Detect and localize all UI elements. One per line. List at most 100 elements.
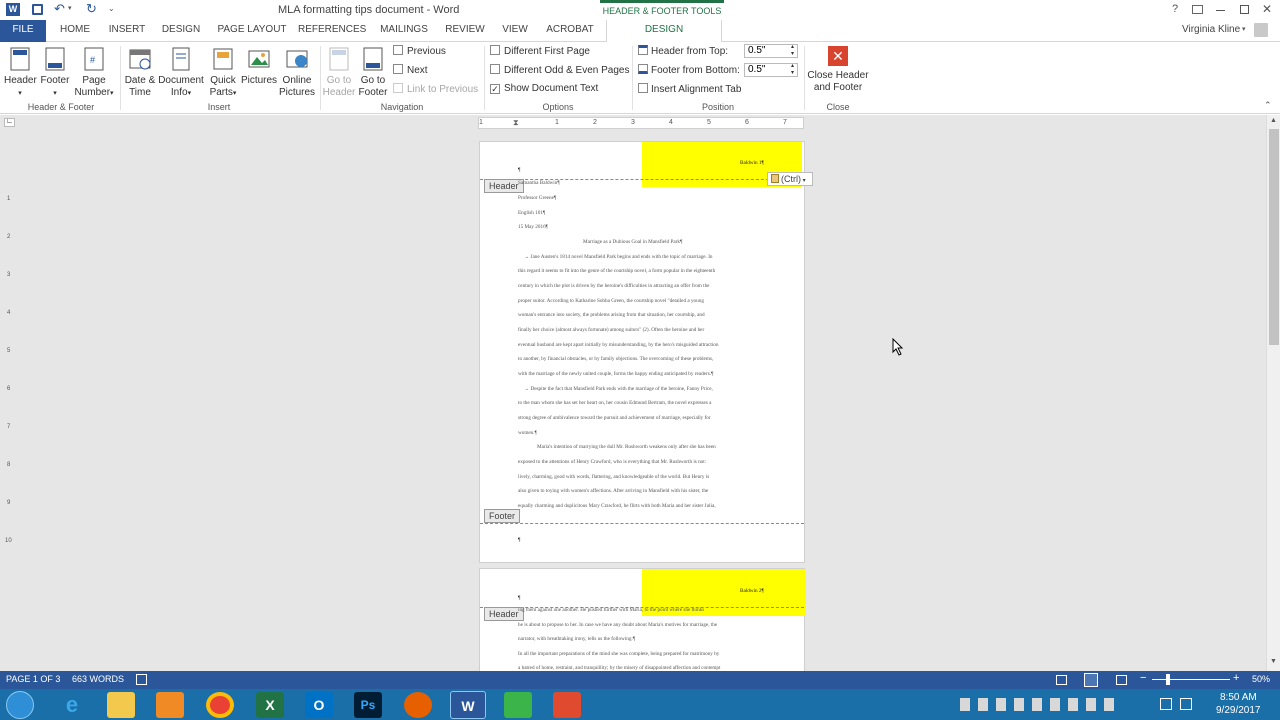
- body-line[interactable]: finally her choice (almost always fortun…: [518, 327, 704, 333]
- body-line[interactable]: eventual husband are kept apart initiall…: [518, 342, 718, 348]
- close-header-footer-button[interactable]: ✕ Close Header and Footer: [806, 46, 870, 94]
- undo-icon[interactable]: ↶: [54, 1, 65, 17]
- redo-icon[interactable]: ↻: [86, 1, 97, 17]
- body-line[interactable]: Samantha Baldwin¶: [518, 180, 560, 186]
- spinner-arrows-icon[interactable]: ▴ ▾: [791, 63, 794, 77]
- avatar[interactable]: [1254, 23, 1268, 37]
- quick-parts-button[interactable]: Quick Parts▾: [206, 46, 240, 100]
- body-line[interactable]: century in which the plot is driven by t…: [518, 283, 709, 289]
- internet-explorer-icon[interactable]: e: [58, 692, 86, 718]
- tab-mailings[interactable]: MAILINGS: [374, 20, 434, 42]
- photoshop-icon[interactable]: Ps: [354, 692, 382, 718]
- next-button[interactable]: Next: [393, 64, 428, 76]
- undo-dropdown-icon[interactable]: ▾: [68, 4, 72, 12]
- tab-references[interactable]: REFERENCES: [298, 20, 366, 42]
- link-to-previous-button[interactable]: Link to Previous: [393, 83, 478, 95]
- zoom-out-icon[interactable]: −: [1140, 672, 1146, 684]
- tab-header-footer-design[interactable]: DESIGN: [606, 20, 722, 43]
- body-line[interactable]: narrator, with breathtaking irony, tells…: [518, 636, 635, 642]
- body-line[interactable]: this regard it seems to fit into the gen…: [518, 268, 715, 274]
- tab-file[interactable]: FILE: [0, 20, 46, 42]
- firefox-icon[interactable]: [404, 692, 432, 718]
- tab-insert[interactable]: INSERT: [104, 20, 150, 42]
- body-line[interactable]: English 101¶: [518, 210, 545, 216]
- start-button-icon[interactable]: [6, 691, 34, 719]
- save-icon[interactable]: [32, 4, 43, 15]
- document-page-1[interactable]: Baldwin 1¶ ¶ Header (Ctrl) ▾ Samantha Ba…: [479, 141, 813, 563]
- body-line[interactable]: women.¶: [518, 430, 537, 436]
- body-line[interactable]: to the man whom she has set her heart on…: [518, 400, 711, 406]
- customize-qat-icon[interactable]: ⌄: [108, 4, 115, 13]
- zoom-slider[interactable]: [1152, 679, 1230, 680]
- horizontal-ruler[interactable]: 1 1 2 3 4 5 6 7 ⧗: [478, 117, 804, 129]
- ruler-toggle-icon[interactable]: ∟: [4, 118, 15, 127]
- camtasia-icon[interactable]: [504, 692, 532, 718]
- insert-alignment-tab-button[interactable]: Insert Alignment Tab: [638, 83, 741, 95]
- body-line[interactable]: with the marriage of the newly united co…: [518, 371, 713, 377]
- word-app-icon[interactable]: W: [6, 3, 20, 16]
- tab-acrobat[interactable]: ACROBAT: [542, 20, 598, 42]
- scroll-thumb[interactable]: [1269, 129, 1279, 345]
- zoom-in-icon[interactable]: +: [1233, 672, 1239, 684]
- system-tray-icons[interactable]: [960, 698, 1120, 711]
- header-from-top-input[interactable]: 0.5": [744, 44, 798, 58]
- header-button[interactable]: Header ▾: [4, 46, 37, 100]
- read-mode-icon[interactable]: [1056, 675, 1067, 685]
- tab-review[interactable]: REVIEW: [442, 20, 488, 42]
- footer-from-bottom-input[interactable]: 0.5": [744, 63, 798, 77]
- body-line[interactable]: 15 May 2016¶: [518, 224, 548, 230]
- tab-design[interactable]: DESIGN: [158, 20, 204, 42]
- scroll-down-icon[interactable]: ▼: [1270, 658, 1277, 665]
- page-number-button[interactable]: # Page Number▾: [72, 46, 116, 100]
- body-line[interactable]: ing them against one another. He pushed …: [518, 607, 704, 613]
- restore-icon[interactable]: [1240, 5, 1249, 14]
- header-text[interactable]: Baldwin 1¶: [740, 160, 764, 166]
- body-line[interactable]: proper suitor. According to Katharine So…: [518, 298, 704, 304]
- body-line[interactable]: to another, by financial obstacles, or b…: [518, 356, 713, 362]
- essay-title[interactable]: Marriage as a Dubious Goal in Mansfield …: [583, 239, 682, 245]
- zoom-level[interactable]: 50%: [1252, 674, 1270, 684]
- scroll-up-icon[interactable]: ▲: [1270, 117, 1277, 124]
- previous-button[interactable]: Previous: [393, 45, 446, 57]
- body-line[interactable]: also given to toying with women's affect…: [518, 488, 708, 494]
- file-explorer-icon[interactable]: [107, 692, 135, 718]
- help-icon[interactable]: ?: [1172, 3, 1178, 15]
- recorder-icon[interactable]: [553, 692, 581, 718]
- show-document-text-checkbox[interactable]: ✓ Show Document Text: [490, 83, 598, 94]
- outlook-icon[interactable]: O: [305, 692, 333, 718]
- minimize-icon[interactable]: [1216, 10, 1225, 11]
- date-time-button[interactable]: Date & Time: [122, 46, 158, 99]
- footer-button[interactable]: Footer ▾: [38, 46, 72, 100]
- go-to-header-button[interactable]: Go to Header: [322, 46, 356, 99]
- different-odd-even-checkbox[interactable]: Different Odd & Even Pages: [490, 64, 629, 76]
- header-text[interactable]: Baldwin 2¶: [740, 588, 764, 594]
- vertical-ruler[interactable]: 1 2 3 4 5 6 7 8 9 10: [0, 129, 18, 669]
- indent-marker-icon[interactable]: ⧗: [513, 118, 519, 128]
- body-line[interactable]: → Despite the fact that Mansfield Park e…: [524, 386, 713, 392]
- spinner-arrows-icon[interactable]: ▴ ▾: [791, 44, 794, 58]
- tab-view[interactable]: VIEW: [496, 20, 534, 42]
- word-taskbar-icon[interactable]: W: [450, 691, 486, 719]
- page-count[interactable]: PAGE 1 OF 3: [6, 674, 60, 684]
- pictures-button[interactable]: Pictures: [240, 46, 278, 87]
- body-line[interactable]: strong degree of ambivalence toward the …: [518, 415, 711, 421]
- different-first-page-checkbox[interactable]: Different First Page: [490, 45, 590, 57]
- proofing-icon[interactable]: [136, 674, 147, 685]
- word-count[interactable]: 663 WORDS: [72, 674, 124, 684]
- body-line[interactable]: → Jane Austen's 1814 novel Mansfield Par…: [524, 254, 713, 260]
- close-icon[interactable]: ✕: [1262, 2, 1272, 16]
- tab-page-layout[interactable]: PAGE LAYOUT: [212, 20, 292, 42]
- network-icon[interactable]: [1160, 698, 1172, 710]
- clock-time[interactable]: 8:50 AM: [1220, 692, 1257, 703]
- online-pictures-button[interactable]: Online Pictures: [278, 46, 316, 99]
- clock-date[interactable]: 9/29/2017: [1216, 705, 1261, 716]
- body-line[interactable]: he is about to propose to her. In case w…: [518, 622, 717, 628]
- body-line[interactable]: In all the important preparations of the…: [518, 651, 719, 657]
- body-line[interactable]: lively, charming, good with words, flatt…: [518, 474, 709, 480]
- body-line[interactable]: woman's entrance into society, the probl…: [518, 312, 705, 318]
- zoom-slider-thumb[interactable]: [1166, 674, 1170, 685]
- go-to-footer-button[interactable]: Go to Footer: [356, 46, 390, 99]
- chrome-icon[interactable]: [206, 692, 234, 718]
- vertical-scrollbar[interactable]: ▲ ▼: [1266, 115, 1280, 671]
- document-page-2[interactable]: Baldwin 2¶ ¶ Header ing them against one…: [479, 568, 806, 671]
